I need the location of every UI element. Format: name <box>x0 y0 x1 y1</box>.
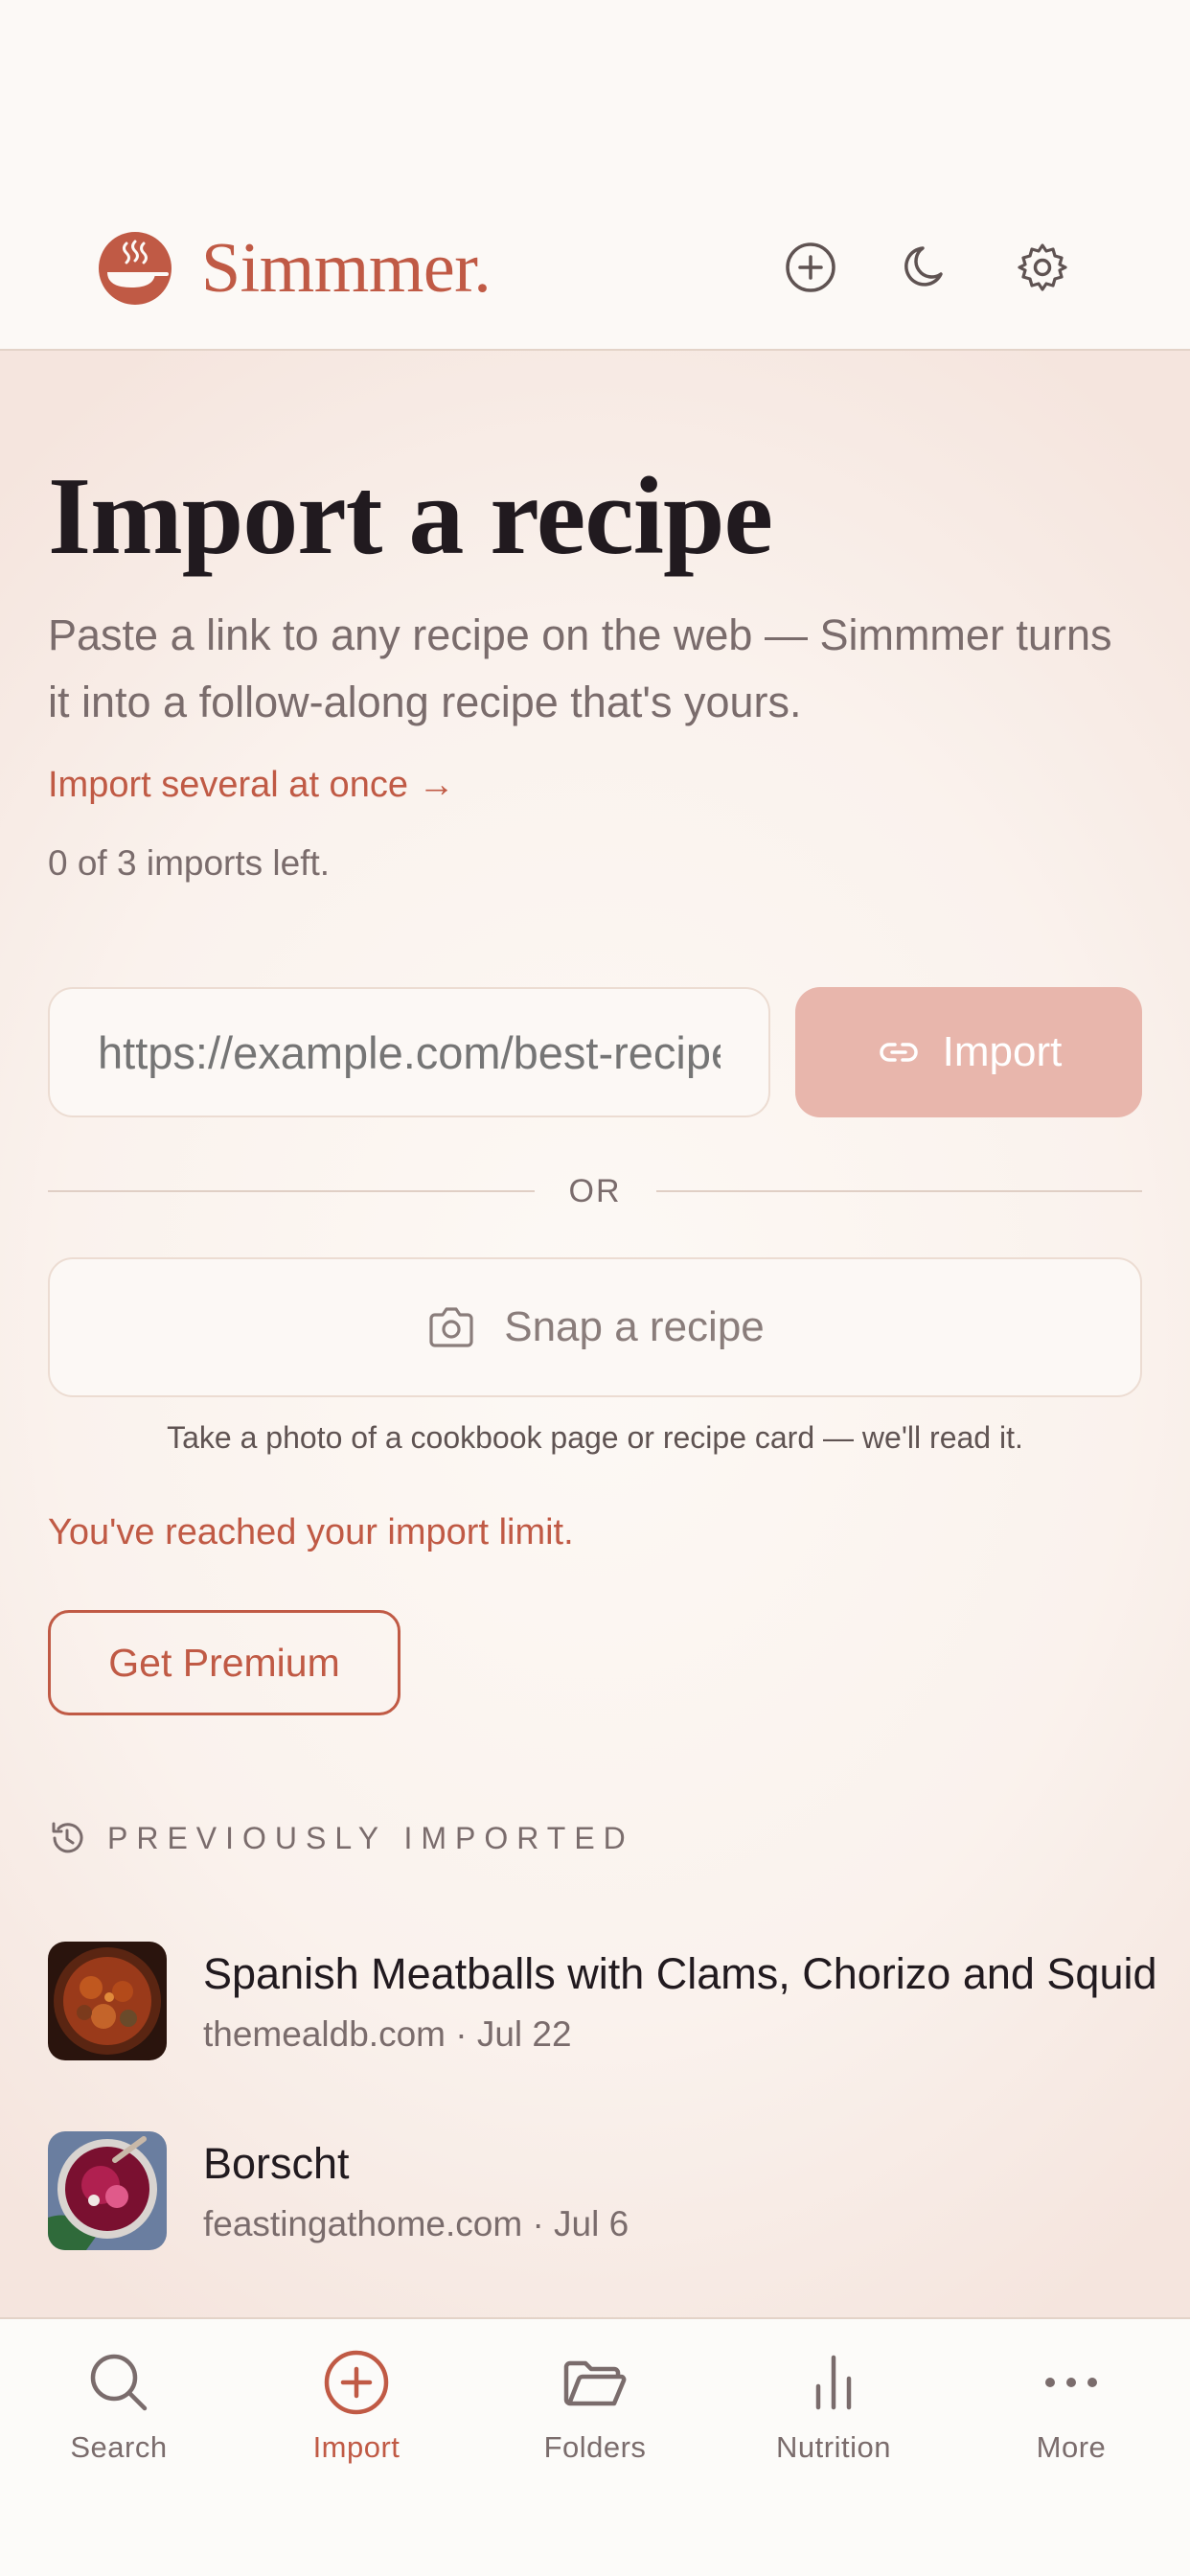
add-button[interactable] <box>780 237 841 298</box>
brand[interactable]: Simmmer. <box>96 228 492 308</box>
snap-recipe-label: Snap a recipe <box>504 1303 765 1350</box>
previously-imported-label: PREVIOUSLY IMPORTED <box>107 1820 634 1855</box>
get-premium-button[interactable]: Get Premium <box>48 1610 400 1715</box>
imported-recipe-item[interactable]: Spanish Meatballs with Clams, Chorizo an… <box>48 1942 1157 2060</box>
tab-folders[interactable]: Folders <box>499 2348 691 2492</box>
more-dots-icon <box>1045 2378 1097 2387</box>
tab-import[interactable]: Import <box>261 2348 452 2492</box>
previously-imported-heading: PREVIOUSLY IMPORTED <box>48 1819 634 1857</box>
import-content: Import a recipe Paste a link to any reci… <box>0 351 1190 2317</box>
recipe-title: Spanish Meatballs with Clams, Chorizo an… <box>203 1949 1157 1998</box>
recipe-source-date: feastingathome.com · Jul 6 <box>203 2204 629 2243</box>
tab-search[interactable]: Search <box>23 2348 215 2492</box>
or-divider-label: OR <box>568 1172 622 1209</box>
link-icon <box>879 1043 918 1062</box>
import-limit-message: You've reached your import limit. <box>48 1512 574 1552</box>
tab-label: Nutrition <box>776 2430 891 2464</box>
recipe-url-input[interactable] <box>48 987 770 1117</box>
settings-button[interactable] <box>1012 237 1073 298</box>
tab-nutrition[interactable]: Nutrition <box>738 2348 929 2492</box>
import-several-link[interactable]: Import several at once → <box>48 765 455 806</box>
recipe-title: Borscht <box>203 2139 350 2188</box>
tab-more[interactable]: More <box>975 2348 1167 2492</box>
simmer-pan-logo-icon <box>96 230 174 307</box>
imported-recipe-item[interactable]: Borscht feastingathome.com · Jul 6 <box>48 2131 1150 2250</box>
bar-chart-icon <box>815 2355 852 2410</box>
tab-label: Import <box>312 2430 400 2464</box>
plus-circle-icon <box>786 242 835 292</box>
folder-icon <box>563 2360 627 2406</box>
dark-mode-button[interactable] <box>895 237 956 298</box>
divider-line-right <box>655 1190 1142 1192</box>
recipe-thumbnail <box>48 1942 167 2060</box>
tab-label: Search <box>70 2430 168 2464</box>
camera-icon <box>429 1307 473 1347</box>
recipe-source-date: themealdb.com · Jul 22 <box>203 2014 572 2054</box>
app-header: Simmmer. <box>0 0 1190 351</box>
page-title: Import a recipe <box>48 455 773 578</box>
history-icon <box>52 1822 83 1853</box>
plus-circle-icon <box>324 2350 389 2415</box>
or-divider: OR <box>48 1167 1142 1215</box>
gear-icon <box>1018 243 1067 291</box>
search-icon <box>90 2354 148 2411</box>
recipe-thumbnail <box>48 2131 167 2250</box>
snap-recipe-button[interactable]: Snap a recipe <box>48 1257 1142 1397</box>
bottom-tab-bar: Search Import Folders Nutrition More <box>0 2317 1190 2576</box>
brand-name: Simmmer. <box>201 228 492 308</box>
page-subtitle: Paste a link to any recipe on the web — … <box>48 610 1112 726</box>
import-button-label: Import <box>942 1028 1063 1075</box>
tab-label: More <box>1036 2430 1107 2464</box>
tab-label: Folders <box>543 2430 647 2464</box>
divider-line-left <box>48 1190 535 1192</box>
imports-left-text: 0 of 3 imports left. <box>48 843 331 883</box>
moon-icon <box>904 246 943 287</box>
snap-help-text: Take a photo of a cookbook page or recip… <box>167 1420 1023 1455</box>
import-screen: Simmmer. Import a recipe Paste a link to… <box>0 0 1190 2576</box>
import-button[interactable]: Import <box>795 987 1142 1117</box>
